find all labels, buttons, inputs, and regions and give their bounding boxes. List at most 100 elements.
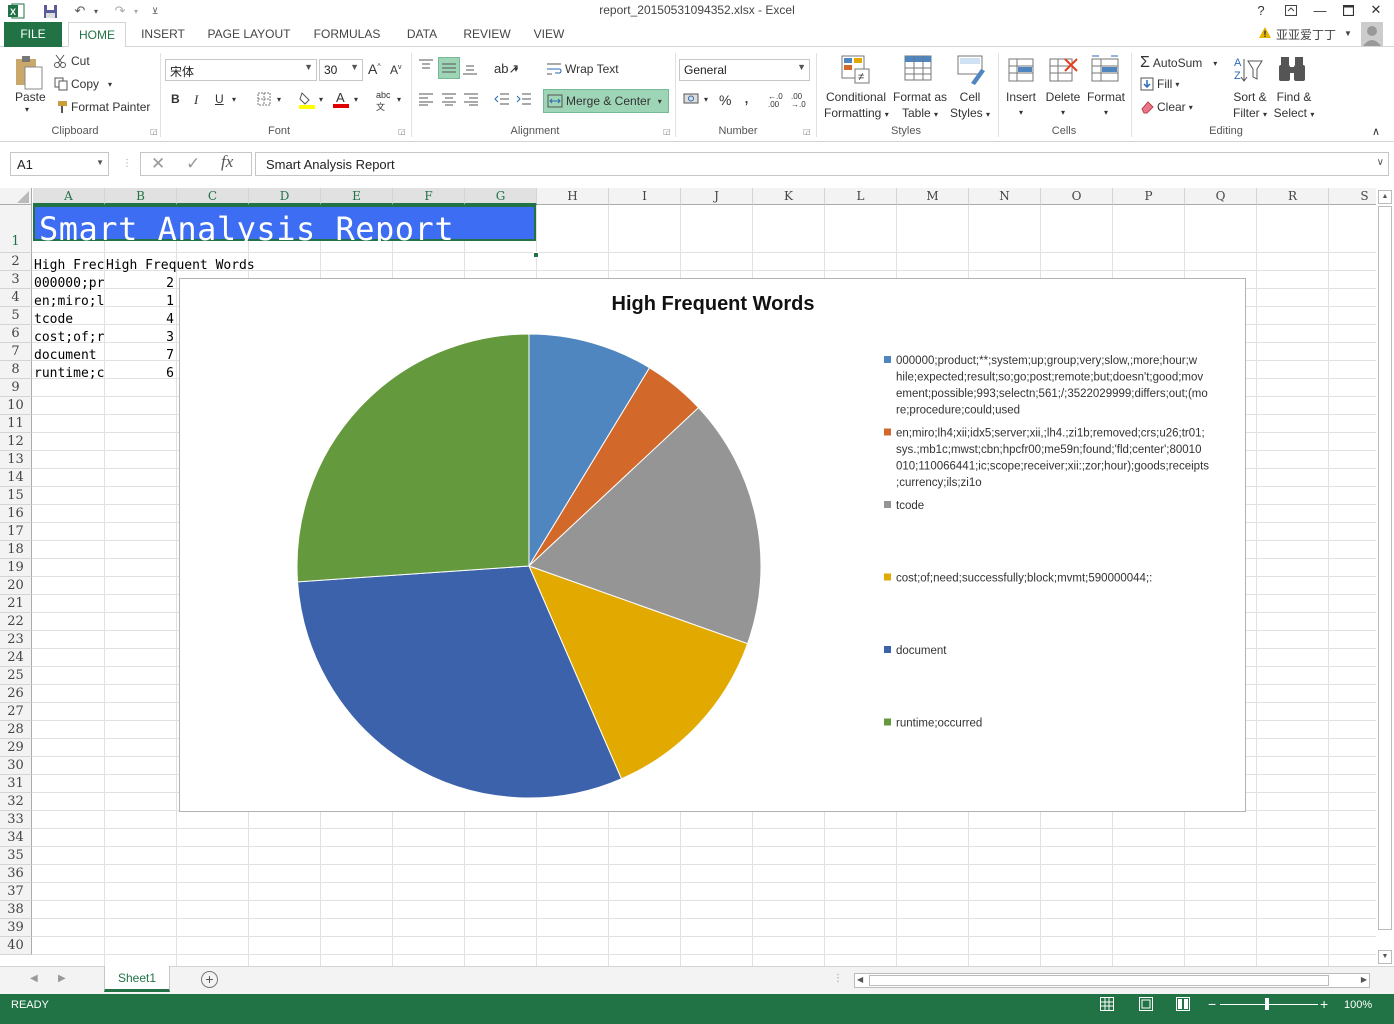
row-header-28[interactable]: 28 <box>0 721 32 739</box>
align-left-icon[interactable] <box>418 92 434 109</box>
column-header-e[interactable]: E <box>321 188 393 205</box>
font-color-dropdown-icon[interactable]: ▾ <box>354 95 358 104</box>
row-header-16[interactable]: 16 <box>0 505 32 523</box>
accounting-format-icon[interactable] <box>683 92 701 109</box>
row-header-23[interactable]: 23 <box>0 631 32 649</box>
zoom-out-icon[interactable]: − <box>1208 996 1216 1012</box>
clear-dropdown-icon[interactable]: ▾ <box>1189 103 1193 112</box>
cell-a5[interactable]: tcode <box>34 312 104 327</box>
cell-a7[interactable]: document <box>34 348 104 363</box>
column-header-s[interactable]: S <box>1329 188 1376 205</box>
row-header-17[interactable]: 17 <box>0 523 32 541</box>
sheet-prev-icon[interactable]: ◀ <box>30 973 38 984</box>
insert-cells-icon[interactable] <box>1008 55 1036 88</box>
italic-button[interactable]: I <box>194 92 198 108</box>
row-header-11[interactable]: 11 <box>0 415 32 433</box>
cell-b4[interactable]: 1 <box>106 294 174 309</box>
cell-a6[interactable]: cost;of;r <box>34 330 104 345</box>
column-header-m[interactable]: M <box>897 188 969 205</box>
format-as-table-icon[interactable] <box>904 55 934 88</box>
row-header-21[interactable]: 21 <box>0 595 32 613</box>
autosum-button[interactable]: Σ AutoSum ▾ <box>1140 54 1217 72</box>
font-size-select[interactable]: 30 ▼ <box>319 59 363 81</box>
row-header-19[interactable]: 19 <box>0 559 32 577</box>
copy-dropdown-icon[interactable]: ▾ <box>108 80 112 89</box>
row-header-22[interactable]: 22 <box>0 613 32 631</box>
phonetic-icon[interactable]: abc 文 <box>376 90 391 113</box>
format-cells-icon[interactable] <box>1091 55 1121 88</box>
decrease-decimal-icon[interactable]: .00 →.0 <box>791 93 806 109</box>
decrease-font-size-icon[interactable]: Av <box>390 63 402 77</box>
user-name[interactable]: 亚亚爱丁丁 <box>1276 26 1336 43</box>
zoom-slider-handle[interactable] <box>1265 998 1269 1010</box>
row-header-36[interactable]: 36 <box>0 865 32 883</box>
row-header-2[interactable]: 2 <box>0 253 32 271</box>
tab-data[interactable]: DATA <box>398 22 446 47</box>
underline-button[interactable]: U <box>215 92 224 106</box>
paste-button[interactable]: Paste <box>15 90 46 104</box>
increase-font-size-icon[interactable]: A^ <box>368 61 381 77</box>
cell-styles-button[interactable]: Cell Styles ▾ <box>948 89 992 123</box>
row-header-30[interactable]: 30 <box>0 757 32 775</box>
row-header-10[interactable]: 10 <box>0 397 32 415</box>
close-button[interactable]: ✕ <box>1362 0 1390 20</box>
enter-icon[interactable]: ✓ <box>186 154 200 174</box>
cell-b7[interactable]: 7 <box>106 348 174 363</box>
row-header-1[interactable]: 1 <box>0 205 32 253</box>
cut-button[interactable]: Cut <box>54 54 90 68</box>
decrease-indent-icon[interactable] <box>494 92 510 109</box>
cell-a1[interactable]: Smart Analysis Report <box>33 205 536 248</box>
row-header-38[interactable]: 38 <box>0 901 32 919</box>
pie-slice-6[interactable] <box>296 333 530 583</box>
add-sheet-icon[interactable]: + <box>201 971 218 988</box>
row-header-26[interactable]: 26 <box>0 685 32 703</box>
column-header-p[interactable]: P <box>1113 188 1185 205</box>
column-header-j[interactable]: J <box>681 188 753 205</box>
cancel-icon[interactable]: ✕ <box>151 154 165 174</box>
find-select-button[interactable]: Find & Select ▾ <box>1272 89 1316 123</box>
row-header-7[interactable]: 7 <box>0 343 32 361</box>
font-name-select[interactable]: 宋体 ▼ <box>165 59 317 81</box>
delete-cells-icon[interactable] <box>1049 55 1079 88</box>
column-header-h[interactable]: H <box>537 188 609 205</box>
row-header-37[interactable]: 37 <box>0 883 32 901</box>
cell-b2[interactable]: High Frequent Words <box>106 258 255 273</box>
increase-indent-icon[interactable] <box>516 92 532 109</box>
alignment-launcher-icon[interactable]: ◲ <box>663 127 671 136</box>
row-header-5[interactable]: 5 <box>0 307 32 325</box>
conditional-formatting-icon[interactable]: ≠ <box>841 55 871 88</box>
row-header-40[interactable]: 40 <box>0 937 32 955</box>
cell-b5[interactable]: 4 <box>106 312 174 327</box>
row-header-25[interactable]: 25 <box>0 667 32 685</box>
row-header-29[interactable]: 29 <box>0 739 32 757</box>
row-header-20[interactable]: 20 <box>0 577 32 595</box>
avatar[interactable] <box>1361 22 1383 46</box>
orientation-dropdown-icon[interactable]: ▾ <box>514 65 518 74</box>
phonetic-dropdown-icon[interactable]: ▾ <box>397 95 401 104</box>
row-header-31[interactable]: 31 <box>0 775 32 793</box>
maximize-button[interactable] <box>1334 0 1362 20</box>
formula-input[interactable]: Smart Analysis Report ∨ <box>255 152 1389 176</box>
align-top-icon[interactable] <box>418 59 434 76</box>
autosum-dropdown-icon[interactable]: ▾ <box>1213 59 1217 68</box>
column-header-f[interactable]: F <box>393 188 465 205</box>
insert-cells-button[interactable]: Insert ▾ <box>1004 89 1038 121</box>
percent-style-button[interactable]: % <box>719 92 731 108</box>
cell-b3[interactable]: 2 <box>106 276 174 291</box>
align-middle-icon[interactable] <box>438 57 460 79</box>
row-header-6[interactable]: 6 <box>0 325 32 343</box>
horizontal-scroll-thumb[interactable] <box>869 975 1329 986</box>
bold-button[interactable]: B <box>171 92 180 106</box>
select-all-button[interactable] <box>0 188 32 205</box>
format-as-table-button[interactable]: Format as Table ▾ <box>893 89 947 123</box>
sheet-next-icon[interactable]: ▶ <box>58 973 66 984</box>
sheet-tab-sheet1[interactable]: Sheet1 <box>104 966 170 992</box>
column-header-c[interactable]: C <box>177 188 249 205</box>
tab-file[interactable]: FILE <box>4 22 62 47</box>
row-header-39[interactable]: 39 <box>0 919 32 937</box>
row-header-12[interactable]: 12 <box>0 433 32 451</box>
row-header-14[interactable]: 14 <box>0 469 32 487</box>
copy-button[interactable]: Copy ▾ <box>54 77 112 91</box>
column-header-g[interactable]: G <box>465 188 537 205</box>
scroll-down-arrow-icon[interactable]: ▼ <box>1378 950 1392 964</box>
